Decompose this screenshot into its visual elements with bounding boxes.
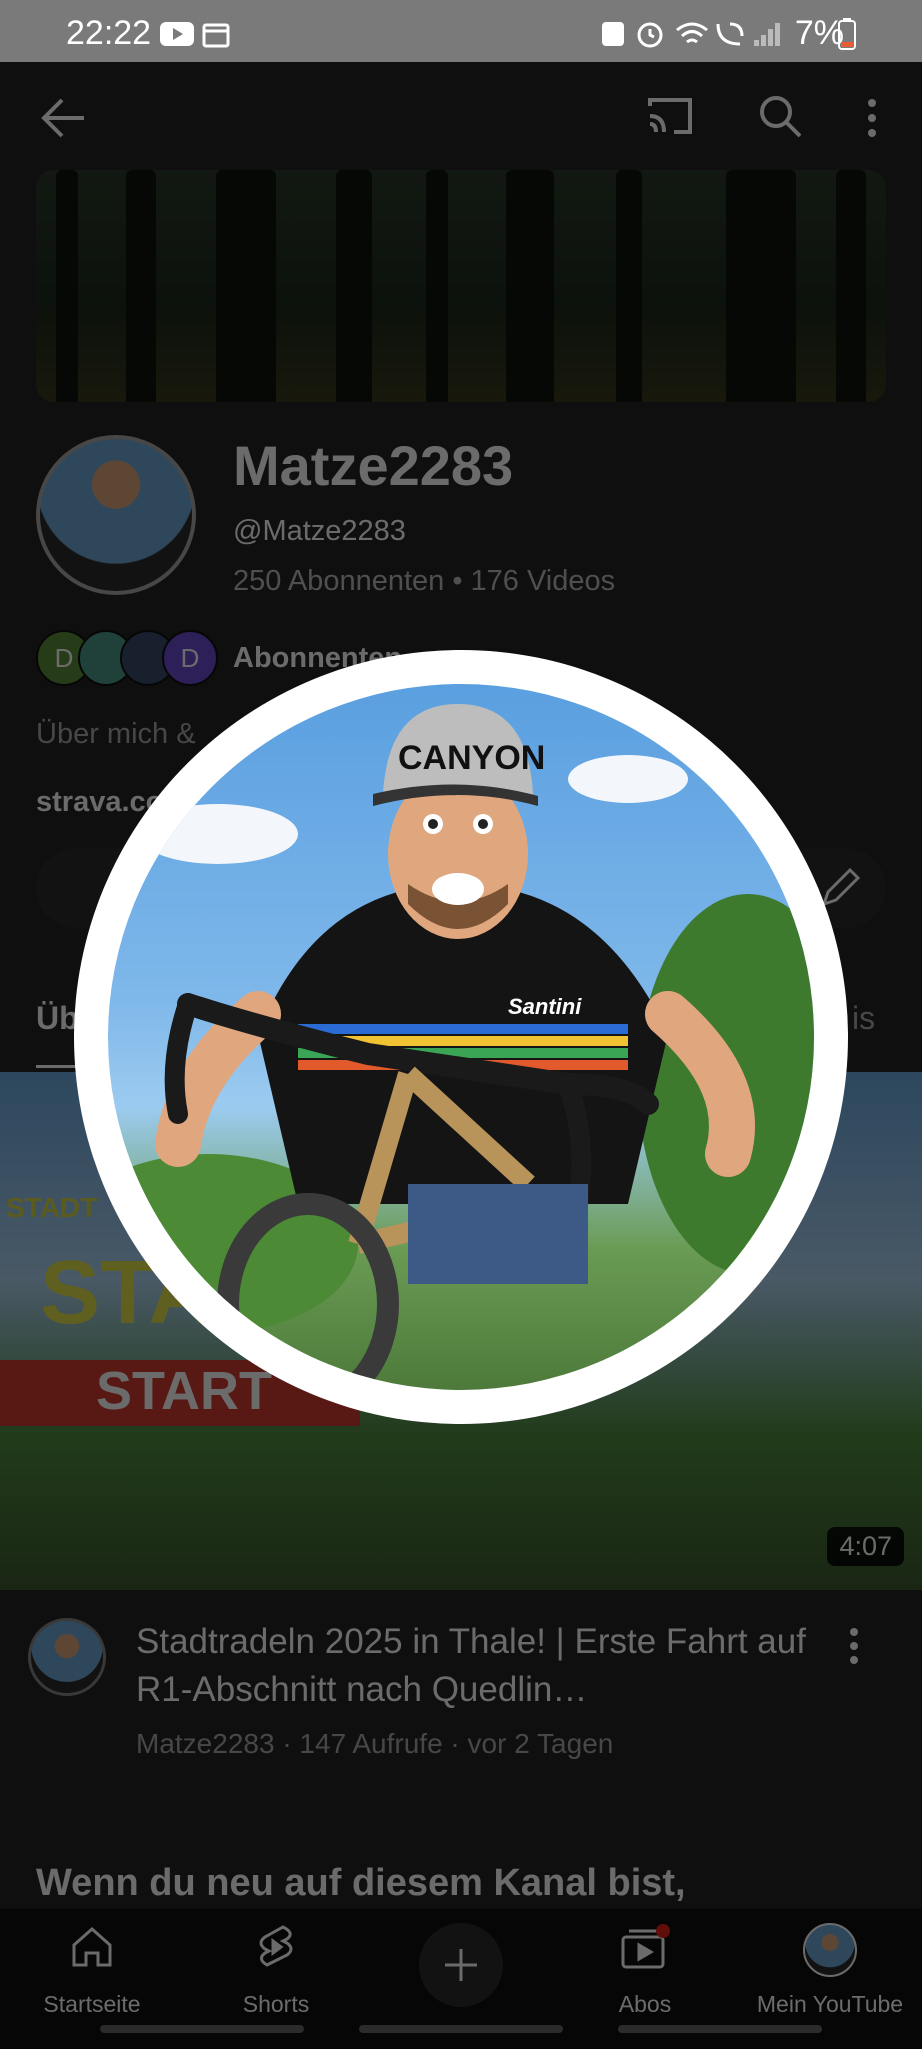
more-options-button[interactable] [866,98,878,143]
cast-icon [648,98,692,134]
gesture-bar [618,2025,822,2033]
shirt-logo: Santini [508,994,582,1019]
plus-icon [445,1949,477,1981]
calendar-notification-icon [202,20,230,53]
recycle-icon [600,20,626,53]
create-button[interactable] [419,1923,503,2007]
channel-name: Matze2283 [233,434,514,497]
nav-label: Mein YouTube [756,1991,904,2017]
nav-label: Abos [618,1991,672,2017]
profile-avatar-icon [803,1923,857,1977]
home-icon [72,1926,112,1967]
thumbnail-text: STADT [6,1192,98,1223]
signal-icon [752,20,782,53]
wifi-icon [674,20,710,53]
nav-label: Shorts [242,1991,310,2017]
status-time: 22:22 [66,14,152,52]
subscriber-avatars[interactable]: D D [36,630,218,686]
youtube-notification-icon [160,22,194,51]
more-vert-icon [868,99,876,137]
nav-you[interactable]: Mein YouTube [740,1909,920,2019]
tab-indicator [36,1065,76,1068]
subscriber-avatar: D [162,630,218,686]
avatar-preview-image: Santini CANYON [108,684,814,1390]
video-duration: 4:07 [827,1527,904,1566]
search-button[interactable] [758,94,802,143]
more-vert-icon [850,1628,858,1664]
section-heading: Wenn du neu auf diesem Kanal bist, [36,1862,686,1904]
wifi-call-icon [714,20,746,53]
video-title[interactable]: Stadtradeln 2025 in Thale! | Erste Fahrt… [136,1618,826,1714]
video-meta: Matze2283 · 147 Aufrufe · vor 2 Tagen [136,1728,614,1759]
video-more-button[interactable] [848,1628,860,1669]
nav-home[interactable]: Startseite [2,1909,182,2019]
nav-subscriptions[interactable]: Abos [555,1909,735,2019]
nav-label: Startseite [43,1991,141,2017]
channel-stats: 250 Abonnenten • 176 Videos [233,565,616,597]
search-icon [760,96,802,138]
nav-shorts[interactable]: Shorts [186,1909,366,2019]
channel-handle: @Matze2283 [233,515,406,547]
alarm-icon [636,20,664,53]
status-bar: 22:22 7% [0,0,922,62]
battery-percentage: 7% [794,14,844,52]
battery-icon [838,18,856,55]
tab-home[interactable]: Üb [36,1000,79,1037]
gesture-bar [100,2025,304,2033]
shorts-icon [259,1925,293,1967]
arrow-left-icon [41,98,84,138]
avatar-preview[interactable]: Santini CANYON [74,650,848,1424]
gesture-bar [359,2025,563,2033]
channel-avatar[interactable] [36,435,196,595]
cap-logo: CANYON [398,739,545,777]
channel-description[interactable]: Über mich & [36,718,196,751]
subscriptions-icon [621,1924,670,1969]
channel-banner [36,170,886,402]
tab-playlists[interactable]: is [852,1000,875,1037]
back-button[interactable] [40,98,86,143]
video-channel-avatar[interactable] [28,1618,106,1696]
cast-button[interactable] [646,96,694,141]
